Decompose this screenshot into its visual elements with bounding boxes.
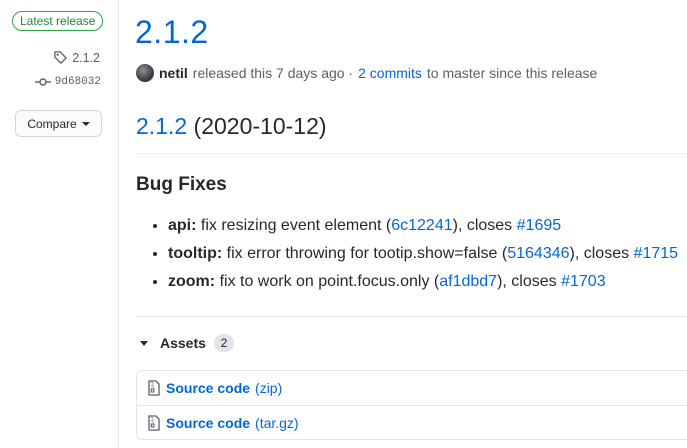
asset-ext[interactable]: (zip) [255, 380, 282, 396]
issue-link[interactable]: #1695 [517, 217, 562, 234]
tag-label: 2.1.2 [72, 50, 100, 65]
assets-list: Source code (zip) Source code (tar.gz) [136, 370, 687, 440]
commit-icon [34, 77, 51, 87]
tag-link[interactable]: 2.1.2 [53, 50, 100, 65]
commit-hash-link[interactable]: 5164346 [507, 245, 569, 262]
fix-scope: tooltip: [168, 245, 223, 262]
assets-toggle[interactable]: Assets 2 [140, 334, 234, 352]
fix-mid: ), closes [452, 217, 513, 234]
release-title[interactable]: 2.1.2 [135, 14, 209, 51]
commit-hash: 9d68032 [54, 76, 101, 88]
commit-hash-link[interactable]: af1dbd7 [439, 273, 497, 290]
commits-link[interactable]: 2 commits [358, 65, 422, 81]
author-link[interactable]: netil [159, 65, 188, 81]
sidebar-divider [118, 0, 119, 448]
assets-divider [136, 316, 687, 317]
released-text: released this 7 days ago · [192, 65, 354, 81]
fix-mid: ), closes [497, 273, 557, 290]
asset-zip[interactable]: Source code (zip) [137, 371, 687, 405]
asset-targz[interactable]: Source code (tar.gz) [137, 405, 687, 439]
list-item: tooltip: fix error throwing for tootip.s… [168, 240, 678, 268]
release-heading-date: (2020-10-12) [193, 113, 327, 139]
issue-link[interactable]: #1715 [634, 245, 679, 262]
commits-suffix: to master since this release [426, 65, 598, 81]
list-item: zoom: fix to work on point.focus.only (a… [168, 268, 678, 296]
fix-text: fix error throwing for tootip.show=false… [226, 245, 508, 262]
release-heading-link[interactable]: 2.1.2 [136, 113, 187, 139]
release-meta: netil released this 7 days ago · 2 commi… [136, 64, 597, 82]
list-item: api: fix resizing event element (6c12241… [168, 212, 678, 240]
issue-link[interactable]: #1703 [561, 273, 606, 290]
file-zip-icon [147, 414, 161, 431]
fix-mid: ), closes [569, 245, 630, 262]
tag-icon [53, 50, 68, 65]
asset-name[interactable]: Source code [166, 380, 250, 396]
asset-ext[interactable]: (tar.gz) [255, 415, 299, 431]
assets-count: 2 [213, 334, 234, 352]
asset-name[interactable]: Source code [166, 415, 250, 431]
fix-text: fix resizing event element ( [200, 217, 392, 234]
fix-text: fix to work on point.focus.only ( [219, 273, 440, 290]
heading-divider [136, 153, 687, 154]
bug-fix-list: api: fix resizing event element (6c12241… [136, 212, 678, 296]
avatar[interactable] [136, 64, 154, 82]
caret-down-icon [81, 121, 90, 126]
latest-release-badge: Latest release [12, 11, 104, 31]
triangle-down-icon [140, 340, 148, 346]
release-heading: 2.1.2 (2020-10-12) [136, 113, 327, 140]
file-zip-icon [147, 380, 161, 396]
commit-hash-link[interactable]: 6c12241 [391, 217, 452, 234]
compare-label: Compare [27, 116, 77, 131]
compare-button[interactable]: Compare [15, 110, 102, 137]
section-title: Bug Fixes [136, 174, 227, 195]
fix-scope: api: [168, 217, 197, 234]
commit-link[interactable]: 9d68032 [34, 76, 101, 88]
fix-scope: zoom: [168, 273, 216, 290]
assets-label: Assets [160, 335, 206, 351]
